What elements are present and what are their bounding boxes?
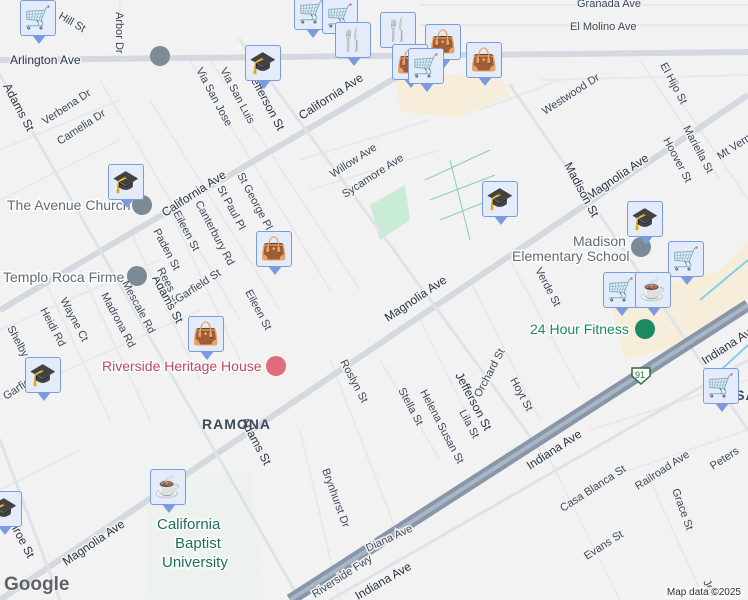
street-label: Paden St <box>150 227 182 273</box>
church-icon <box>127 266 147 286</box>
place-label: 24 Hour Fitness <box>530 321 629 337</box>
street-label: Verde St <box>532 266 562 309</box>
grocery-pin-icon[interactable]: 🛒 <box>603 272 639 316</box>
cafe-pin-icon[interactable]: ☕ <box>635 272 671 316</box>
school-pin-icon[interactable]: 🎓 <box>0 491 22 535</box>
school-pin-icon[interactable]: 🎓 <box>482 181 518 225</box>
school-pin-icon[interactable]: 🎓 <box>108 164 144 208</box>
street-label: Hill St <box>57 10 88 35</box>
street-label: Mt Vernon <box>715 125 748 162</box>
street-label: Orchard St <box>472 347 508 400</box>
street-label: Hoyt St <box>507 376 535 413</box>
school-pin-icon[interactable]: 🎓 <box>245 45 281 89</box>
restaurant-pin-icon[interactable]: 🍴 <box>335 22 371 66</box>
street-label: Peters <box>708 445 742 473</box>
shopping-pin-icon[interactable]: 👜 <box>188 316 224 360</box>
street-label: Arlington Ave <box>10 53 81 67</box>
place-label: Templo Roca Firme <box>3 269 125 285</box>
street-label: Eileen St <box>242 288 273 333</box>
street-label: Brynhurst Dr <box>319 467 352 529</box>
grocery-pin-icon[interactable]: 🛒 <box>668 241 704 285</box>
landmark-icon <box>266 356 286 376</box>
street-label: Granada Ave <box>577 0 641 10</box>
neighborhood-label: RAMONA <box>202 416 271 432</box>
grocery-pin-icon[interactable]: 🛒 <box>703 368 739 412</box>
university-label: University <box>162 554 228 571</box>
restaurant-pin-icon[interactable]: 🍴 <box>380 12 416 56</box>
street-label: Evans St <box>582 528 625 562</box>
street-label: Casa Blanca St <box>558 463 628 514</box>
street-label: Adams St <box>0 81 37 134</box>
shopping-pin-icon[interactable]: 👜 <box>256 231 292 275</box>
street-label: Magnolia Ave <box>60 517 128 569</box>
street-label: Diana Ave <box>364 523 414 555</box>
street-label: Arbor Dr <box>113 12 125 54</box>
street-label: El Molino Ave <box>570 21 636 33</box>
street-label: El Hijo St <box>657 61 689 107</box>
school-pin-icon[interactable]: 🎓 <box>627 201 663 245</box>
place-label: Madison <box>573 233 626 249</box>
street-label: Roslyn St <box>337 358 370 405</box>
place-label: Elementary School <box>512 248 630 264</box>
grocery-pin-icon[interactable]: 🛒 <box>20 0 56 44</box>
map-attribution[interactable]: Map data ©2025 <box>663 587 744 598</box>
cafe-pin-icon[interactable]: ☕ <box>150 469 186 513</box>
school-poi-icon <box>150 46 170 66</box>
school-pin-icon[interactable]: 🎓 <box>25 357 61 401</box>
university-label: Baptist <box>175 535 222 552</box>
street-label: Magnolia Ave <box>584 151 652 203</box>
place-label: Riverside Heritage House <box>102 358 262 374</box>
street-label: Grace St <box>669 487 695 532</box>
shopping-pin-icon[interactable]: 👜 <box>466 42 502 86</box>
university-label: California <box>157 516 221 533</box>
street-label: Garfield St <box>173 267 223 305</box>
street-label: Railroad Ave <box>633 449 692 493</box>
grocery-pin-icon[interactable]: 🛒 <box>408 48 444 92</box>
google-logo[interactable]: Google <box>4 574 69 596</box>
svg-text:91: 91 <box>635 370 645 380</box>
park-area <box>370 185 410 240</box>
fitness-icon <box>635 319 655 339</box>
